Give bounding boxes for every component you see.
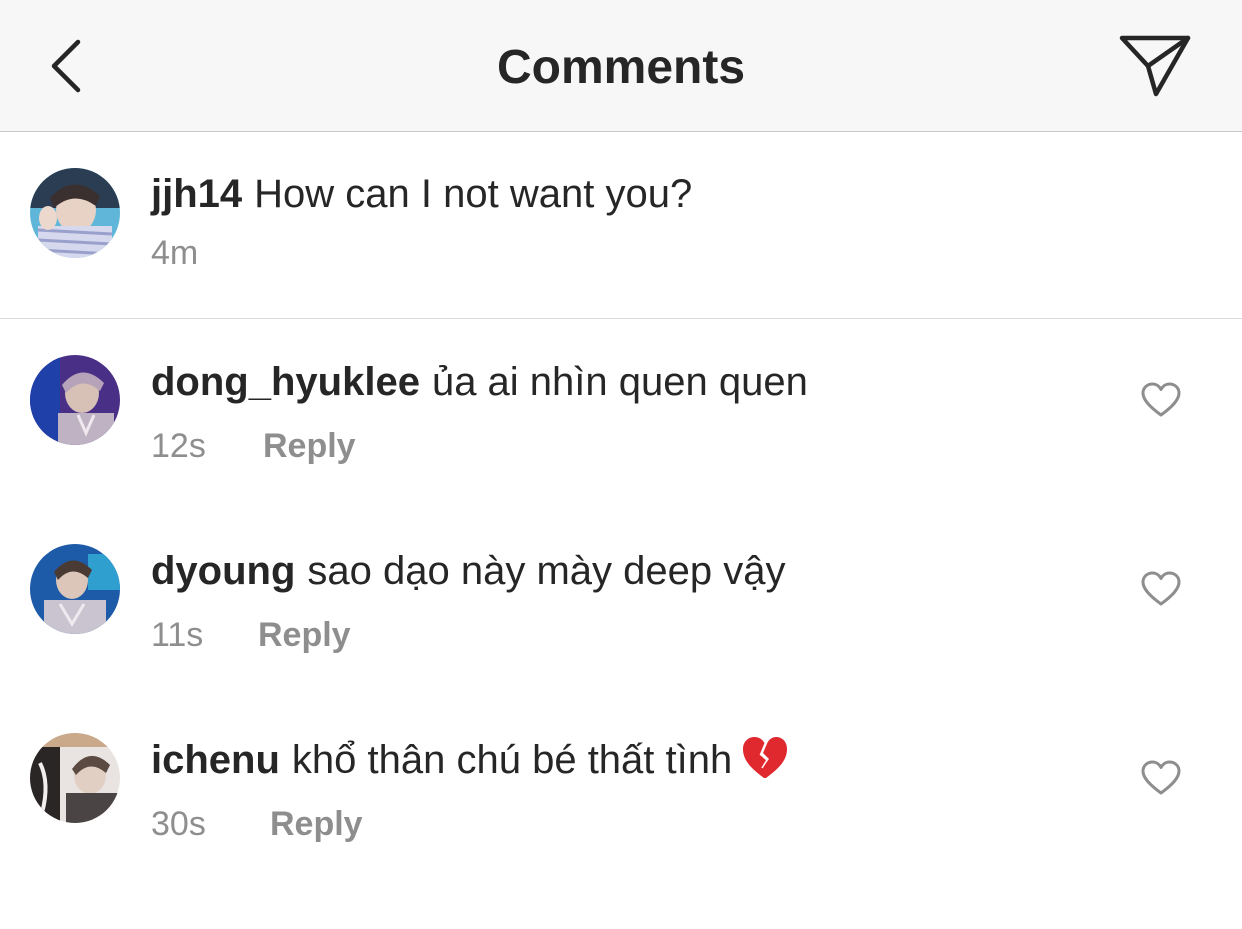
page-title: Comments (496, 41, 746, 94)
share-button[interactable] (1112, 28, 1198, 104)
comment-item: ichenu khổ thân chú bé thất tình 30s Repl… (0, 698, 1242, 887)
comment-timestamp: 12s (151, 427, 206, 465)
reply-button[interactable]: Reply (263, 424, 356, 468)
avatar[interactable] (30, 168, 120, 258)
comment-username[interactable]: dong_hyuklee (151, 360, 420, 404)
comment-timestamp: 30s (151, 805, 206, 843)
comment-item: dyoung sao dạo này mày deep vậy 11s Reply (0, 509, 1242, 698)
comment-text-line: ichenu khổ thân chú bé thất tình (151, 734, 790, 786)
reply-button[interactable]: Reply (270, 802, 363, 846)
caption-username[interactable]: jjh14 (151, 172, 242, 216)
caption-text-line: jjh14 How can I not want you? (151, 168, 692, 220)
paper-plane-icon (1119, 35, 1191, 97)
comment-timestamp: 11s (151, 616, 204, 654)
post-caption: jjh14 How can I not want you? 4m (0, 132, 1242, 319)
caption-timestamp: 4m (151, 234, 199, 272)
like-heart-icon[interactable] (1140, 381, 1182, 419)
like-heart-icon[interactable] (1140, 759, 1182, 797)
comment-text-line: dyoung sao dạo này mày deep vậy (151, 545, 786, 597)
comment-text: sao dạo này mày deep vậy (307, 549, 786, 593)
comment-username[interactable]: ichenu (151, 738, 280, 782)
comment-item: dong_hyuklee ủa ai nhìn quen quen 12s Rep… (0, 320, 1242, 509)
caption-text: How can I not want you? (254, 172, 693, 216)
avatar[interactable] (30, 355, 120, 445)
comment-username[interactable]: dyoung (151, 549, 295, 593)
broken-heart-icon (743, 737, 788, 779)
avatar[interactable] (30, 733, 120, 823)
comment-text: ủa ai nhìn quen quen (431, 360, 808, 404)
comment-text: khổ thân chú bé thất tình (291, 738, 733, 782)
reply-button[interactable]: Reply (258, 613, 351, 657)
avatar[interactable] (30, 544, 120, 634)
top-navigation-bar: Comments (0, 0, 1242, 132)
comment-text-line: dong_hyuklee ủa ai nhìn quen quen (151, 356, 808, 408)
like-heart-icon[interactable] (1140, 570, 1182, 608)
